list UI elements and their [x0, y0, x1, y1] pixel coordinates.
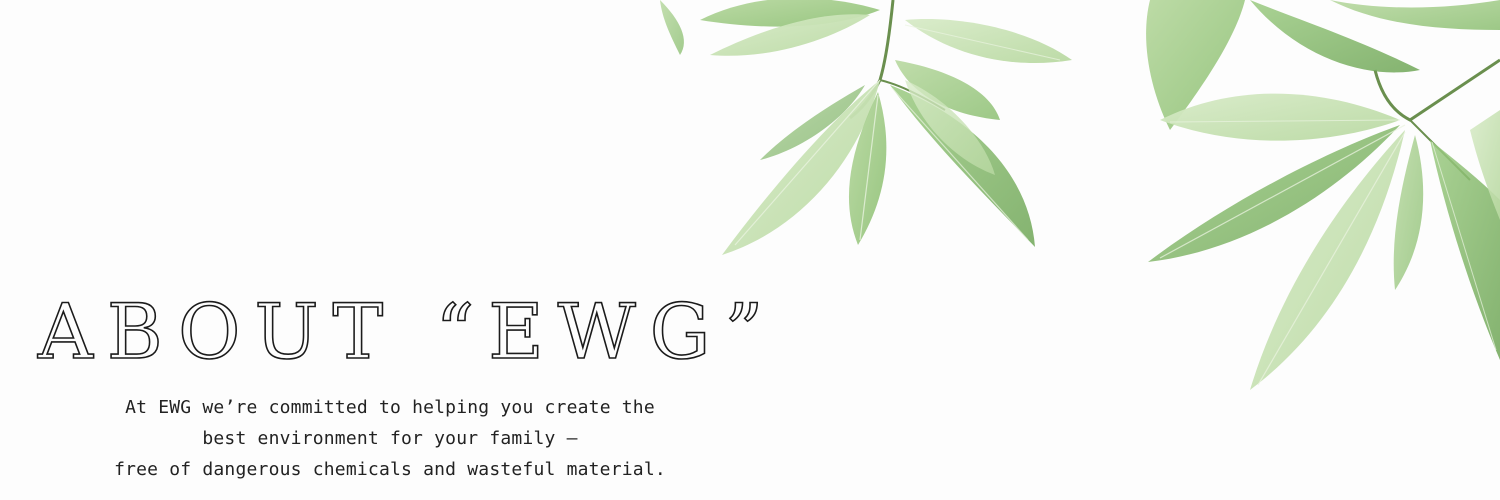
about-banner: ABOUT “EWG” At EWG we’re committed to he… [0, 0, 1500, 500]
page-title: ABOUT “EWG” [37, 287, 778, 376]
tagline-line-1: At EWG we’re committed to helping you cr… [125, 397, 655, 418]
tagline: At EWG we’re committed to helping you cr… [60, 392, 720, 485]
tagline-line-2: best environment for your family — [202, 428, 578, 449]
tagline-line-3: free of dangerous chemicals and wasteful… [114, 459, 666, 480]
